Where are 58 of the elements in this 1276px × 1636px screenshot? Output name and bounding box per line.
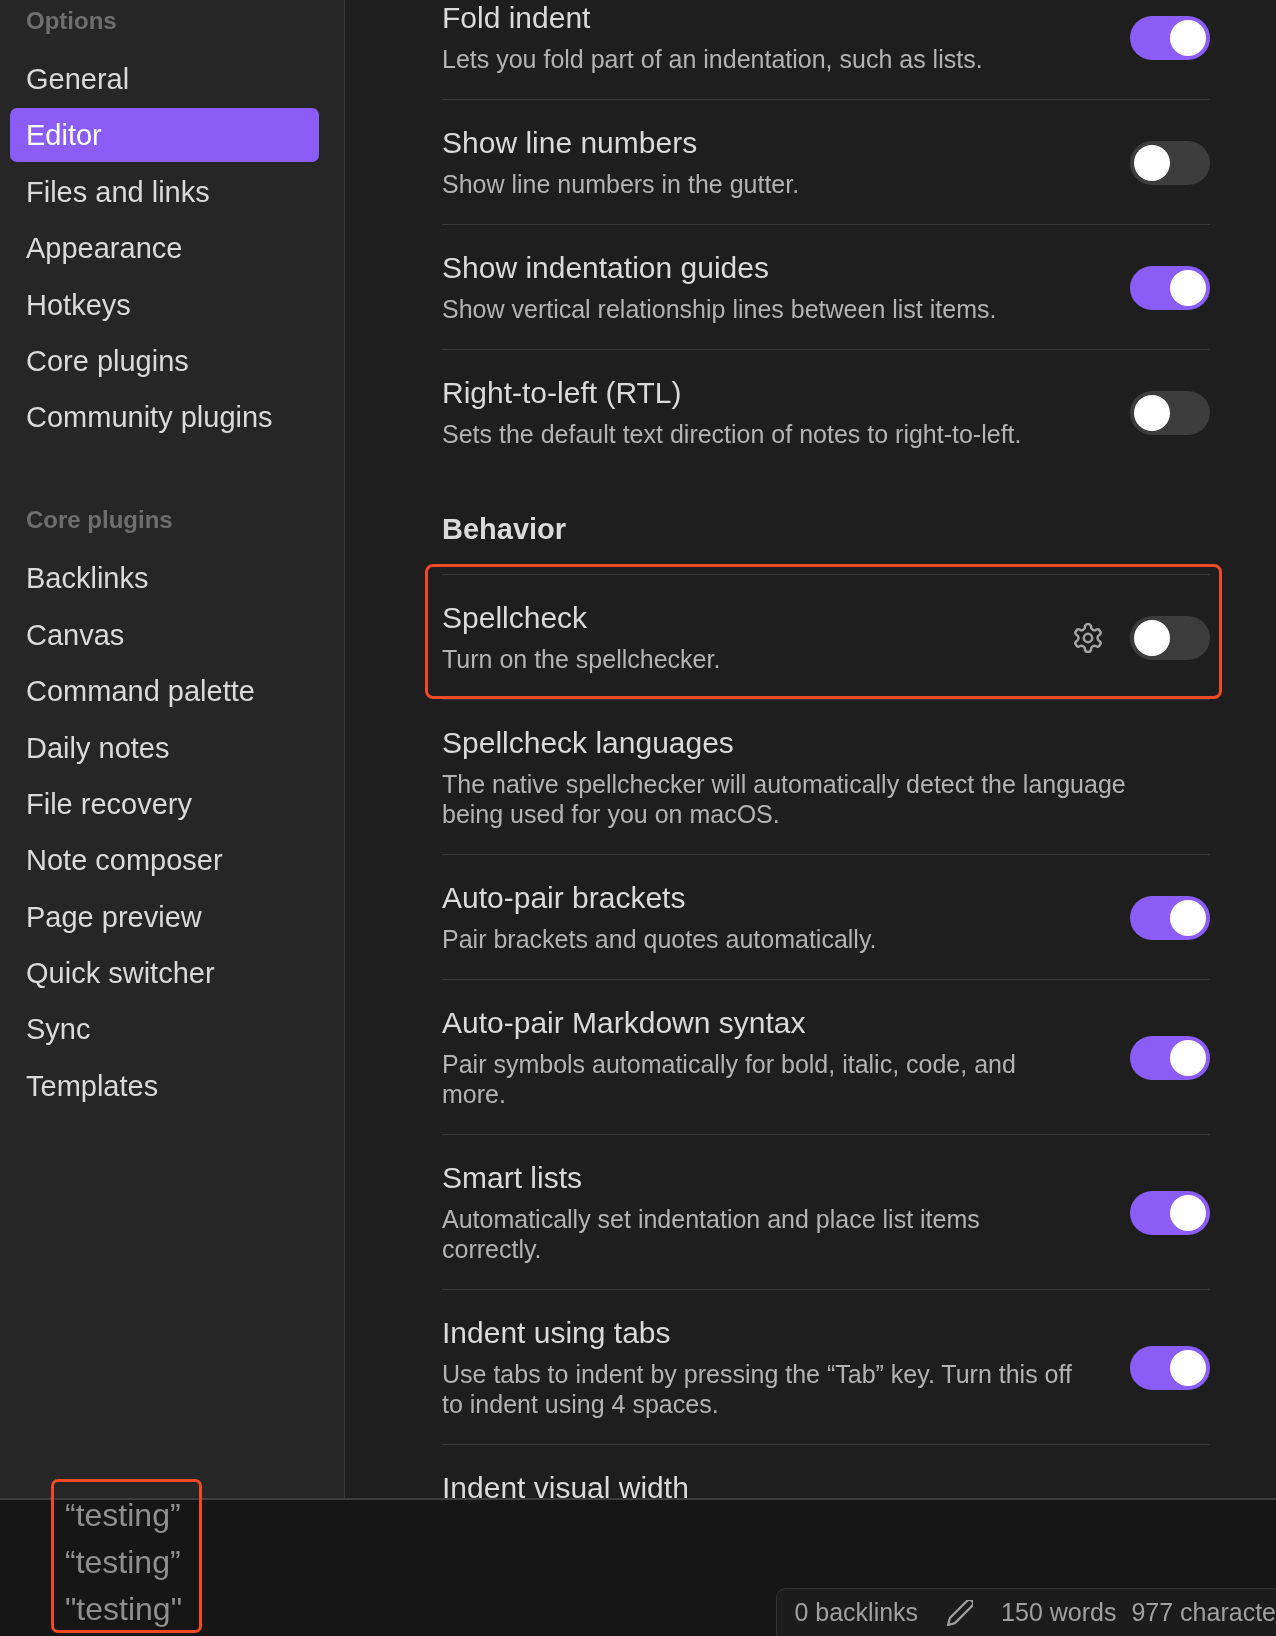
- setting-title: Spellcheck: [442, 601, 589, 635]
- sidebar-item[interactable]: Canvas: [10, 607, 319, 662]
- toggle-switch[interactable]: [1130, 140, 1210, 185]
- sidebar-item[interactable]: Quick switcher: [10, 946, 319, 1001]
- sidebar-item[interactable]: Community plugins: [10, 390, 319, 445]
- toggle-switch[interactable]: [1130, 1345, 1210, 1390]
- toggle-switch[interactable]: [1130, 265, 1210, 310]
- toggle-switch[interactable]: [1130, 615, 1210, 660]
- word-count: 150 words: [1001, 1598, 1117, 1627]
- editor-text-line: “testing”: [65, 1543, 182, 1582]
- setting-title: Fold indent: [442, 1, 592, 35]
- settings-icon[interactable]: [1073, 622, 1103, 653]
- setting-title: Spellcheck languages: [442, 726, 735, 760]
- setting-title: Smart lists: [442, 1161, 583, 1195]
- sidebar-item[interactable]: Backlinks: [10, 551, 319, 606]
- sidebar-item[interactable]: Files and links: [10, 164, 319, 219]
- sidebar-item[interactable]: Hotkeys: [10, 277, 319, 332]
- backlink-count[interactable]: 0 backlinks: [794, 1598, 919, 1627]
- toggle-switch[interactable]: [1130, 1190, 1210, 1235]
- sidebar-item[interactable]: Core plugins: [10, 333, 319, 388]
- setting-title: Indent visual width: [442, 1471, 690, 1498]
- setting-description: Use tabs to indent by pressing the “Tab” key. Turn this off to indent using 4 spaces.: [442, 1359, 1073, 1419]
- setting-title: Indent using tabs: [442, 1316, 672, 1350]
- setting-description: Pair symbols automatically for bold, italic, code, and more.: [442, 1049, 1017, 1109]
- toggle-switch[interactable]: [1130, 1035, 1210, 1080]
- toggle-switch[interactable]: [1130, 390, 1210, 435]
- sidebar-item[interactable]: File recovery: [10, 776, 319, 831]
- setting-title: Auto-pair brackets: [442, 881, 687, 915]
- sidebar-item[interactable]: Command palette: [10, 664, 319, 719]
- character-count: 977 characte: [1131, 1598, 1276, 1627]
- sidebar-item[interactable]: Page preview: [10, 889, 319, 944]
- setting-description: Automatically set indentation and place list items correctly.: [442, 1204, 981, 1264]
- section-heading: Behavior: [442, 512, 568, 546]
- pencil-icon[interactable]: [947, 1599, 974, 1626]
- toggle-switch[interactable]: [1130, 895, 1210, 940]
- sidebar-item[interactable]: Templates: [10, 1058, 319, 1113]
- setting-description: Show line numbers in the gutter.: [442, 169, 801, 199]
- editor-text-line: "testing": [65, 1590, 183, 1629]
- setting-title: Show indentation guides: [442, 251, 770, 285]
- sidebar-heading: Core plugins: [25, 505, 174, 536]
- editor-text-line: “testing”: [65, 1496, 182, 1535]
- toggle-switch[interactable]: [1130, 15, 1210, 60]
- setting-description: Lets you fold part of an indentation, such as lists.: [442, 44, 984, 74]
- sidebar-item[interactable]: General: [10, 52, 319, 106]
- setting-description: Turn on the spellchecker.: [442, 644, 722, 674]
- setting-description: Show vertical relationship lines between list items.: [442, 294, 998, 324]
- sidebar-item[interactable]: Appearance: [10, 221, 319, 276]
- sidebar-item[interactable]: Note composer: [10, 833, 319, 888]
- sidebar-heading: Options: [25, 6, 118, 36]
- setting-title: Show line numbers: [442, 126, 699, 160]
- setting-description: Pair brackets and quotes automatically.: [442, 924, 878, 954]
- setting-description: Sets the default text direction of notes to right-to-left.: [442, 419, 1023, 449]
- setting-title: Right-to-left (RTL): [442, 376, 683, 410]
- setting-description: The native spellchecker will automatically detect the language being used for you on macOS.: [442, 769, 1127, 829]
- sidebar-item[interactable]: Daily notes: [10, 720, 319, 775]
- sidebar-item[interactable]: Editor: [10, 108, 319, 163]
- sidebar-item[interactable]: Sync: [10, 1002, 319, 1057]
- setting-title: Auto-pair Markdown syntax: [442, 1006, 807, 1040]
